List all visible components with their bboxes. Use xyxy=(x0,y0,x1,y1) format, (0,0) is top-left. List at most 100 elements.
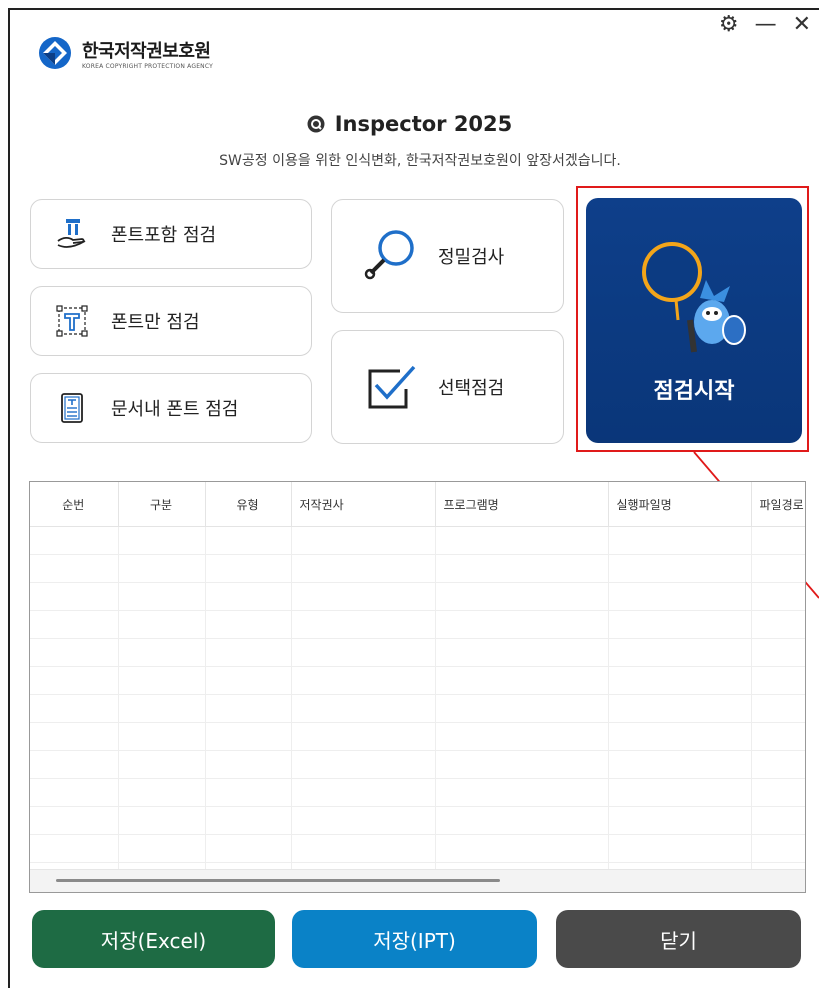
table-cell xyxy=(608,554,752,583)
table-row[interactable] xyxy=(30,666,805,695)
font-only-check-button[interactable]: 폰트만 점검 xyxy=(30,286,312,356)
table-cell xyxy=(205,610,292,639)
column-header[interactable]: 파일경로 xyxy=(751,482,805,527)
table-cell xyxy=(435,582,609,611)
font-included-check-button[interactable]: 폰트포함 점검 xyxy=(30,199,312,269)
table-row[interactable] xyxy=(30,610,805,639)
close-button[interactable]: 닫기 xyxy=(556,910,801,968)
table-cell xyxy=(751,694,805,723)
table-cell xyxy=(291,806,436,835)
minimize-icon[interactable]: — xyxy=(755,14,777,36)
mascot-magnifier-icon xyxy=(642,242,746,353)
table-cell xyxy=(608,666,752,695)
table-cell xyxy=(751,526,805,555)
table-cell xyxy=(608,694,752,723)
table-cell xyxy=(751,778,805,807)
table-cell xyxy=(205,666,292,695)
font-only-check-label: 폰트만 점검 xyxy=(111,312,200,333)
settings-icon[interactable]: ⚙ xyxy=(719,14,739,36)
table-cell xyxy=(118,750,206,779)
table-cell xyxy=(291,694,436,723)
table-cell xyxy=(751,610,805,639)
table-cell xyxy=(608,750,752,779)
table-cell xyxy=(751,806,805,835)
table-row[interactable] xyxy=(30,778,805,807)
start-inspection-button[interactable]: 점검시작 xyxy=(586,198,802,443)
table-cell xyxy=(205,778,292,807)
table-cell xyxy=(30,750,119,779)
table-cell xyxy=(30,582,119,611)
table-cell xyxy=(30,526,119,555)
table-row[interactable] xyxy=(30,722,805,751)
table-cell xyxy=(118,638,206,667)
column-header[interactable]: 프로그램명 xyxy=(435,482,609,527)
table-cell xyxy=(751,750,805,779)
table-cell xyxy=(30,554,119,583)
agency-logo: 한국저작권보호원 KOREA COPYRIGHT PROTECTION AGEN… xyxy=(38,36,213,70)
table-row[interactable] xyxy=(30,834,805,863)
page-title: Inspector 2025 xyxy=(0,112,819,136)
save-excel-button[interactable]: 저장(Excel) xyxy=(32,910,275,968)
table-row[interactable] xyxy=(30,694,805,723)
table-cell xyxy=(608,526,752,555)
table-cell xyxy=(205,582,292,611)
table-cell xyxy=(30,638,119,667)
table-cell xyxy=(435,834,609,863)
checkbox-icon xyxy=(368,365,416,409)
table-cell xyxy=(291,778,436,807)
save-ipt-button[interactable]: 저장(IPT) xyxy=(292,910,537,968)
table-cell xyxy=(291,610,436,639)
table-cell xyxy=(608,778,752,807)
column-header[interactable]: 구분 xyxy=(118,482,206,527)
table-cell xyxy=(291,666,436,695)
table-cell xyxy=(435,610,609,639)
selective-check-button[interactable]: 선택점검 xyxy=(331,330,564,444)
table-cell xyxy=(30,834,119,863)
table-cell xyxy=(30,778,119,807)
inspector-app-icon xyxy=(307,115,325,133)
column-header[interactable]: 저작권사 xyxy=(291,482,436,527)
table-cell xyxy=(205,834,292,863)
column-header[interactable]: 순번 xyxy=(30,482,119,527)
document-icon xyxy=(61,393,83,423)
magnifier-icon xyxy=(364,230,414,280)
close-icon[interactable]: ✕ xyxy=(793,14,811,36)
table-cell xyxy=(291,638,436,667)
table-cell xyxy=(291,750,436,779)
table-header-row: 순번 구분 유형 저작권사 프로그램명 실행파일명 파일경로 xyxy=(30,482,805,527)
column-header[interactable]: 실행파일명 xyxy=(608,482,752,527)
table-cell xyxy=(30,722,119,751)
table-cell xyxy=(751,666,805,695)
table-cell xyxy=(205,554,292,583)
table-cell xyxy=(205,806,292,835)
precise-inspection-button[interactable]: 정밀검사 xyxy=(331,199,564,313)
table-row[interactable] xyxy=(30,554,805,583)
table-cell xyxy=(30,610,119,639)
table-row[interactable] xyxy=(30,638,805,667)
table-row[interactable] xyxy=(30,582,805,611)
page-subtitle: SW공정 이용을 위한 인식변화, 한국저작권보호원이 앞장서겠습니다. xyxy=(219,153,621,169)
results-grid: 순번 구분 유형 저작권사 프로그램명 실행파일명 파일경로 xyxy=(30,482,805,892)
table-cell xyxy=(435,778,609,807)
table-cell xyxy=(751,834,805,863)
results-table[interactable]: 순번 구분 유형 저작권사 프로그램명 실행파일명 파일경로 xyxy=(29,481,806,893)
table-cell xyxy=(291,526,436,555)
table-cell xyxy=(118,666,206,695)
table-cell xyxy=(118,722,206,751)
table-cell xyxy=(608,722,752,751)
table-cell xyxy=(608,834,752,863)
table-row[interactable] xyxy=(30,526,805,555)
table-row[interactable] xyxy=(30,750,805,779)
table-row[interactable] xyxy=(30,806,805,835)
selective-check-label: 선택점검 xyxy=(438,378,505,399)
document-font-check-button[interactable]: 문서내 폰트 점검 xyxy=(30,373,312,443)
table-cell xyxy=(751,554,805,583)
table-cell xyxy=(435,554,609,583)
window-controls: ⚙ — ✕ xyxy=(719,14,811,36)
horizontal-scrollbar[interactable] xyxy=(30,869,805,892)
font-included-check-label: 폰트포함 점검 xyxy=(111,225,217,246)
table-cell xyxy=(205,638,292,667)
scrollbar-thumb[interactable] xyxy=(56,879,500,882)
column-header[interactable]: 유형 xyxy=(205,482,292,527)
table-cell xyxy=(751,582,805,611)
